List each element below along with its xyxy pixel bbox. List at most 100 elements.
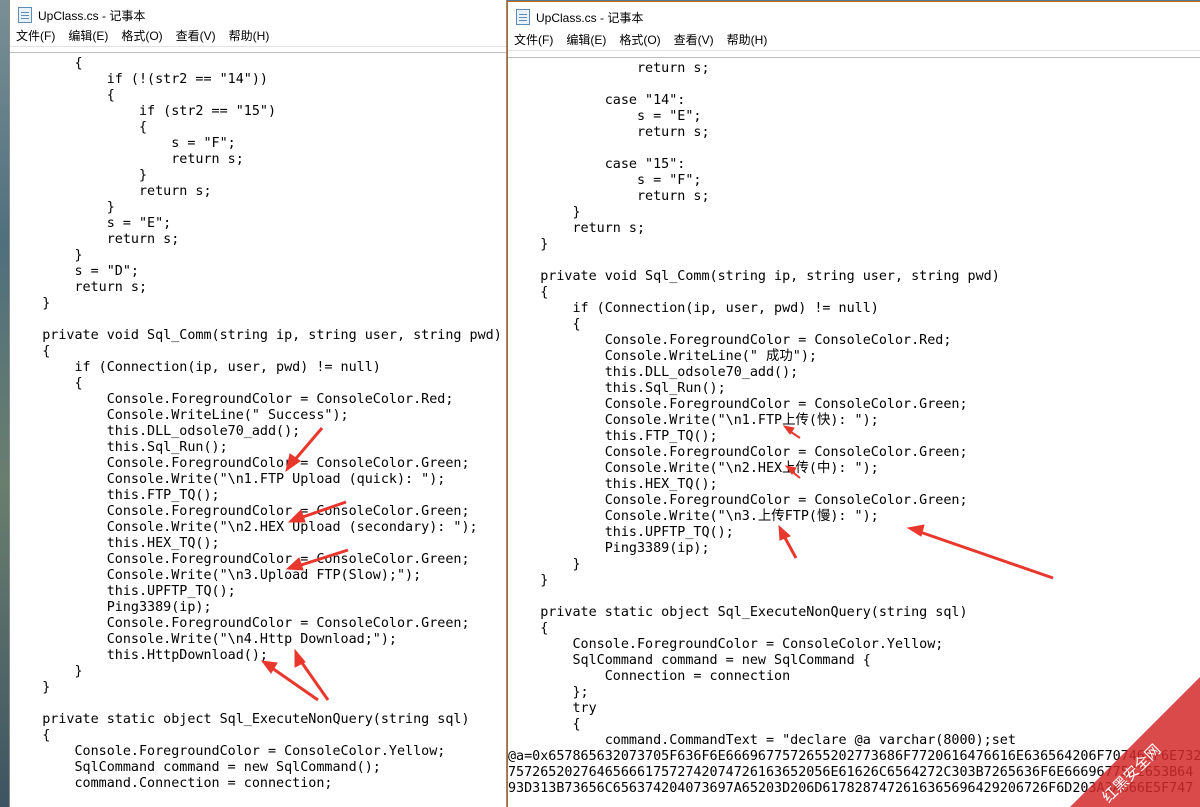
code-line: Console.Write("\n3.Upload FTP(Slow);");	[10, 568, 422, 583]
code-line: {	[10, 344, 51, 359]
window-title: UpClass.cs - 记事本	[38, 8, 146, 23]
code-line: }	[508, 205, 581, 220]
code-line: @a=0x657865632073705F636F6E6669677572655…	[508, 749, 1200, 764]
code-line: {	[10, 376, 83, 391]
code-line: {	[508, 285, 549, 300]
code-line: };	[508, 685, 589, 700]
code-line: s = "E";	[10, 216, 172, 231]
text-editor[interactable]: { if (!(str2 == "14")) { if (str2 == "15…	[10, 52, 506, 807]
menu-format[interactable]: 格式(O)	[619, 31, 660, 48]
code-line: this.DLL_odsole70_add();	[10, 424, 301, 439]
code-line: }	[508, 573, 549, 588]
menu-help[interactable]: 帮助(H)	[727, 31, 768, 48]
code-line: s = "F";	[508, 173, 702, 188]
notepad-window-left[interactable]: UpClass.cs - 记事本 文件(F) 编辑(E) 格式(O) 查看(V)…	[10, 0, 506, 807]
window-title: UpClass.cs - 记事本	[536, 10, 644, 25]
code-line: }	[10, 168, 148, 183]
code-line: {	[508, 317, 581, 332]
menu-edit[interactable]: 编辑(E)	[566, 31, 606, 48]
code-line: Console.Write("\n4.Http Download;");	[10, 632, 397, 647]
menu-bar: 文件(F) 编辑(E) 格式(O) 查看(V) 帮助(H)	[508, 28, 1200, 51]
code-line: 7572652027646566617572742074726163652056…	[508, 765, 1194, 780]
code-line: private static object Sql_ExecuteNonQuer…	[508, 605, 968, 620]
code-line: return s;	[508, 61, 710, 76]
code-line: if (Connection(ip, user, pwd) != null)	[10, 360, 381, 375]
code-line: command.Connection = connection;	[10, 776, 333, 791]
menu-file[interactable]: 文件(F)	[16, 27, 55, 44]
code-line: Console.Write("\n1.FTP Upload (quick): "…	[10, 472, 446, 487]
code-line: return s;	[508, 125, 710, 140]
menu-view[interactable]: 查看(V)	[674, 31, 714, 48]
code-line: this.UPFTP_TQ();	[508, 525, 734, 540]
notepad-icon	[18, 7, 32, 23]
code-line: Console.ForegroundColor = ConsoleColor.G…	[10, 552, 470, 567]
code-line: SqlCommand command = new SqlCommand();	[10, 760, 381, 775]
code-line: }	[10, 680, 51, 695]
code-line: Ping3389(ip);	[10, 600, 212, 615]
code-line: {	[508, 621, 549, 636]
menu-format[interactable]: 格式(O)	[121, 27, 162, 44]
code-line: Console.Write("\n2.HEX Upload (secondary…	[10, 520, 478, 535]
code-line: }	[508, 237, 549, 252]
code-line: this.HttpDownload();	[10, 648, 268, 663]
code-line: return s;	[10, 184, 212, 199]
code-line: Console.ForegroundColor = ConsoleColor.R…	[508, 333, 952, 348]
code-line: {	[10, 88, 115, 103]
code-line: private void Sql_Comm(string ip, string …	[10, 328, 502, 343]
code-line: Console.ForegroundColor = ConsoleColor.G…	[10, 616, 470, 631]
code-line: Console.ForegroundColor = ConsoleColor.G…	[10, 456, 470, 471]
menu-edit[interactable]: 编辑(E)	[68, 27, 108, 44]
code-line: return s;	[10, 152, 244, 167]
code-line: this.UPFTP_TQ();	[10, 584, 236, 599]
code-line: Ping3389(ip);	[508, 541, 710, 556]
desktop-background	[0, 0, 10, 807]
menu-view[interactable]: 查看(V)	[176, 27, 216, 44]
code-line: Console.Write("\n3.上传FTP(慢): ");	[508, 509, 879, 524]
code-line: Connection = connection	[508, 669, 791, 684]
code-line: }	[508, 557, 581, 572]
code-line: this.FTP_TQ();	[508, 429, 718, 444]
code-line: private static object Sql_ExecuteNonQuer…	[10, 712, 470, 727]
code-line: 93D313B73656C656374204073697A65203D206D6…	[508, 781, 1194, 796]
code-line: Console.Write("\n2.HEX上传(中): ");	[508, 461, 879, 476]
code-line: }	[10, 200, 115, 215]
code-line: }	[10, 248, 83, 263]
code-line: {	[10, 56, 83, 71]
code-line: {	[508, 717, 581, 732]
code-line: s = "E";	[508, 109, 702, 124]
menu-help[interactable]: 帮助(H)	[229, 27, 270, 44]
code-line: if (!(str2 == "14"))	[10, 72, 268, 87]
code-line: this.Sql_Run();	[508, 381, 726, 396]
code-line: Console.ForegroundColor = ConsoleColor.Y…	[508, 637, 944, 652]
code-line: this.Sql_Run();	[10, 440, 228, 455]
code-line: }	[10, 296, 51, 311]
code-line: Console.ForegroundColor = ConsoleColor.G…	[508, 397, 968, 412]
code-line: }	[10, 664, 83, 679]
code-line: return s;	[10, 280, 148, 295]
code-line: Console.ForegroundColor = ConsoleColor.G…	[508, 445, 968, 460]
code-line: {	[10, 728, 51, 743]
code-line: if (Connection(ip, user, pwd) != null)	[508, 301, 879, 316]
code-line: s = "D";	[10, 264, 139, 279]
menu-file[interactable]: 文件(F)	[514, 31, 553, 48]
code-line: this.DLL_odsole70_add();	[508, 365, 799, 380]
code-line: this.HEX_TQ();	[10, 536, 220, 551]
code-line: return s;	[508, 189, 710, 204]
code-line: Console.ForegroundColor = ConsoleColor.G…	[508, 493, 968, 508]
notepad-window-right[interactable]: UpClass.cs - 记事本 文件(F) 编辑(E) 格式(O) 查看(V)…	[508, 2, 1200, 807]
code-line: case "14":	[508, 93, 686, 108]
code-line: try	[508, 701, 597, 716]
code-line: Console.ForegroundColor = ConsoleColor.G…	[10, 504, 470, 519]
code-line: command.CommandText = "declare @a varcha…	[508, 733, 1016, 748]
text-editor[interactable]: return s; case "14": s = "E"; return s; …	[508, 57, 1200, 807]
notepad-icon	[516, 9, 530, 25]
code-line: {	[10, 120, 148, 135]
code-line: s = "F";	[10, 136, 236, 151]
code-line: if (str2 == "15")	[10, 104, 277, 119]
code-line: return s;	[508, 221, 646, 236]
